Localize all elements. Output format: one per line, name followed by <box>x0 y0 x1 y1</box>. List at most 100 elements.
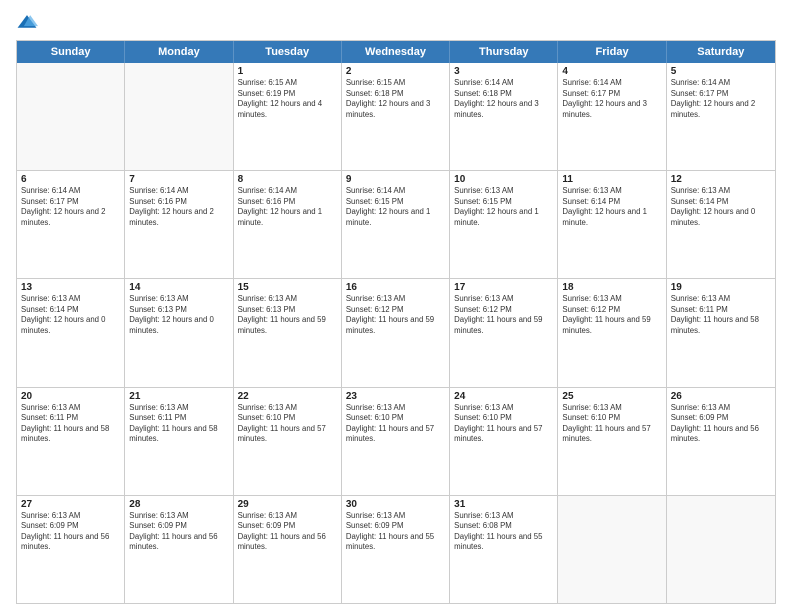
calendar-cell: 17Sunrise: 6:13 AM Sunset: 6:12 PM Dayli… <box>450 279 558 386</box>
cell-info: Sunrise: 6:13 AM Sunset: 6:09 PM Dayligh… <box>671 403 771 445</box>
cell-info: Sunrise: 6:13 AM Sunset: 6:10 PM Dayligh… <box>238 403 337 445</box>
header <box>16 12 776 34</box>
day-number: 24 <box>454 391 553 402</box>
day-number: 6 <box>21 174 120 185</box>
cell-info: Sunrise: 6:14 AM Sunset: 6:15 PM Dayligh… <box>346 186 445 228</box>
weekday-header: Monday <box>125 41 233 63</box>
calendar-cell <box>667 496 775 603</box>
calendar-cell: 26Sunrise: 6:13 AM Sunset: 6:09 PM Dayli… <box>667 388 775 495</box>
cell-info: Sunrise: 6:13 AM Sunset: 6:10 PM Dayligh… <box>454 403 553 445</box>
day-number: 10 <box>454 174 553 185</box>
day-number: 26 <box>671 391 771 402</box>
day-number: 11 <box>562 174 661 185</box>
day-number: 7 <box>129 174 228 185</box>
weekday-header: Tuesday <box>234 41 342 63</box>
day-number: 22 <box>238 391 337 402</box>
weekday-header: Saturday <box>667 41 775 63</box>
cell-info: Sunrise: 6:14 AM Sunset: 6:16 PM Dayligh… <box>238 186 337 228</box>
cell-info: Sunrise: 6:13 AM Sunset: 6:10 PM Dayligh… <box>562 403 661 445</box>
calendar-row: 1Sunrise: 6:15 AM Sunset: 6:19 PM Daylig… <box>17 63 775 171</box>
calendar-cell <box>17 63 125 170</box>
cell-info: Sunrise: 6:13 AM Sunset: 6:10 PM Dayligh… <box>346 403 445 445</box>
calendar-row: 13Sunrise: 6:13 AM Sunset: 6:14 PM Dayli… <box>17 279 775 387</box>
day-number: 19 <box>671 282 771 293</box>
day-number: 23 <box>346 391 445 402</box>
logo-icon <box>16 12 38 34</box>
day-number: 28 <box>129 499 228 510</box>
cell-info: Sunrise: 6:13 AM Sunset: 6:13 PM Dayligh… <box>129 294 228 336</box>
page: SundayMondayTuesdayWednesdayThursdayFrid… <box>0 0 792 612</box>
cell-info: Sunrise: 6:13 AM Sunset: 6:09 PM Dayligh… <box>238 511 337 553</box>
cell-info: Sunrise: 6:13 AM Sunset: 6:12 PM Dayligh… <box>562 294 661 336</box>
cell-info: Sunrise: 6:13 AM Sunset: 6:15 PM Dayligh… <box>454 186 553 228</box>
calendar-cell: 14Sunrise: 6:13 AM Sunset: 6:13 PM Dayli… <box>125 279 233 386</box>
calendar-cell: 5Sunrise: 6:14 AM Sunset: 6:17 PM Daylig… <box>667 63 775 170</box>
cell-info: Sunrise: 6:13 AM Sunset: 6:11 PM Dayligh… <box>671 294 771 336</box>
day-number: 12 <box>671 174 771 185</box>
calendar: SundayMondayTuesdayWednesdayThursdayFrid… <box>16 40 776 604</box>
cell-info: Sunrise: 6:13 AM Sunset: 6:12 PM Dayligh… <box>454 294 553 336</box>
day-number: 9 <box>346 174 445 185</box>
cell-info: Sunrise: 6:13 AM Sunset: 6:08 PM Dayligh… <box>454 511 553 553</box>
day-number: 25 <box>562 391 661 402</box>
calendar-header: SundayMondayTuesdayWednesdayThursdayFrid… <box>17 41 775 63</box>
day-number: 1 <box>238 66 337 77</box>
calendar-row: 6Sunrise: 6:14 AM Sunset: 6:17 PM Daylig… <box>17 171 775 279</box>
calendar-cell: 25Sunrise: 6:13 AM Sunset: 6:10 PM Dayli… <box>558 388 666 495</box>
cell-info: Sunrise: 6:14 AM Sunset: 6:17 PM Dayligh… <box>562 78 661 120</box>
calendar-cell: 19Sunrise: 6:13 AM Sunset: 6:11 PM Dayli… <box>667 279 775 386</box>
calendar-cell: 8Sunrise: 6:14 AM Sunset: 6:16 PM Daylig… <box>234 171 342 278</box>
cell-info: Sunrise: 6:13 AM Sunset: 6:11 PM Dayligh… <box>129 403 228 445</box>
calendar-cell: 29Sunrise: 6:13 AM Sunset: 6:09 PM Dayli… <box>234 496 342 603</box>
cell-info: Sunrise: 6:13 AM Sunset: 6:13 PM Dayligh… <box>238 294 337 336</box>
calendar-cell: 21Sunrise: 6:13 AM Sunset: 6:11 PM Dayli… <box>125 388 233 495</box>
day-number: 2 <box>346 66 445 77</box>
cell-info: Sunrise: 6:14 AM Sunset: 6:18 PM Dayligh… <box>454 78 553 120</box>
calendar-cell: 27Sunrise: 6:13 AM Sunset: 6:09 PM Dayli… <box>17 496 125 603</box>
calendar-cell: 28Sunrise: 6:13 AM Sunset: 6:09 PM Dayli… <box>125 496 233 603</box>
day-number: 4 <box>562 66 661 77</box>
weekday-header: Wednesday <box>342 41 450 63</box>
day-number: 29 <box>238 499 337 510</box>
calendar-cell <box>125 63 233 170</box>
calendar-cell: 13Sunrise: 6:13 AM Sunset: 6:14 PM Dayli… <box>17 279 125 386</box>
calendar-cell: 3Sunrise: 6:14 AM Sunset: 6:18 PM Daylig… <box>450 63 558 170</box>
day-number: 3 <box>454 66 553 77</box>
day-number: 17 <box>454 282 553 293</box>
day-number: 18 <box>562 282 661 293</box>
calendar-cell: 6Sunrise: 6:14 AM Sunset: 6:17 PM Daylig… <box>17 171 125 278</box>
cell-info: Sunrise: 6:14 AM Sunset: 6:16 PM Dayligh… <box>129 186 228 228</box>
day-number: 31 <box>454 499 553 510</box>
calendar-cell: 9Sunrise: 6:14 AM Sunset: 6:15 PM Daylig… <box>342 171 450 278</box>
cell-info: Sunrise: 6:15 AM Sunset: 6:18 PM Dayligh… <box>346 78 445 120</box>
cell-info: Sunrise: 6:14 AM Sunset: 6:17 PM Dayligh… <box>21 186 120 228</box>
day-number: 27 <box>21 499 120 510</box>
day-number: 13 <box>21 282 120 293</box>
cell-info: Sunrise: 6:13 AM Sunset: 6:09 PM Dayligh… <box>21 511 120 553</box>
calendar-cell: 15Sunrise: 6:13 AM Sunset: 6:13 PM Dayli… <box>234 279 342 386</box>
cell-info: Sunrise: 6:13 AM Sunset: 6:12 PM Dayligh… <box>346 294 445 336</box>
weekday-header: Sunday <box>17 41 125 63</box>
calendar-cell: 4Sunrise: 6:14 AM Sunset: 6:17 PM Daylig… <box>558 63 666 170</box>
calendar-cell <box>558 496 666 603</box>
cell-info: Sunrise: 6:15 AM Sunset: 6:19 PM Dayligh… <box>238 78 337 120</box>
day-number: 21 <box>129 391 228 402</box>
calendar-cell: 10Sunrise: 6:13 AM Sunset: 6:15 PM Dayli… <box>450 171 558 278</box>
calendar-cell: 1Sunrise: 6:15 AM Sunset: 6:19 PM Daylig… <box>234 63 342 170</box>
calendar-cell: 11Sunrise: 6:13 AM Sunset: 6:14 PM Dayli… <box>558 171 666 278</box>
calendar-cell: 7Sunrise: 6:14 AM Sunset: 6:16 PM Daylig… <box>125 171 233 278</box>
calendar-cell: 23Sunrise: 6:13 AM Sunset: 6:10 PM Dayli… <box>342 388 450 495</box>
day-number: 20 <box>21 391 120 402</box>
calendar-cell: 18Sunrise: 6:13 AM Sunset: 6:12 PM Dayli… <box>558 279 666 386</box>
calendar-cell: 12Sunrise: 6:13 AM Sunset: 6:14 PM Dayli… <box>667 171 775 278</box>
day-number: 15 <box>238 282 337 293</box>
calendar-cell: 2Sunrise: 6:15 AM Sunset: 6:18 PM Daylig… <box>342 63 450 170</box>
cell-info: Sunrise: 6:13 AM Sunset: 6:14 PM Dayligh… <box>562 186 661 228</box>
calendar-cell: 24Sunrise: 6:13 AM Sunset: 6:10 PM Dayli… <box>450 388 558 495</box>
cell-info: Sunrise: 6:13 AM Sunset: 6:09 PM Dayligh… <box>346 511 445 553</box>
logo <box>16 12 40 34</box>
day-number: 5 <box>671 66 771 77</box>
day-number: 16 <box>346 282 445 293</box>
cell-info: Sunrise: 6:13 AM Sunset: 6:09 PM Dayligh… <box>129 511 228 553</box>
calendar-body: 1Sunrise: 6:15 AM Sunset: 6:19 PM Daylig… <box>17 63 775 603</box>
